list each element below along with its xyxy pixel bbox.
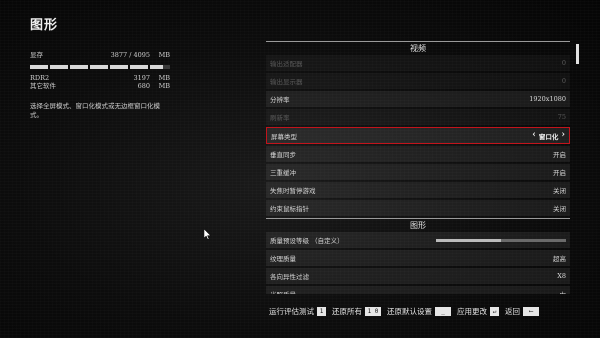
setting-name: 纹理质量 xyxy=(270,255,296,263)
chevron-right-icon[interactable]: › xyxy=(561,131,565,140)
rdr2-value: 3197 xyxy=(133,74,150,82)
vram-label: 显存 xyxy=(30,51,43,59)
setting-row[interactable]: 质量预设等级 （自定义） xyxy=(266,232,570,248)
section-header-graphics: 图形 xyxy=(266,218,570,232)
setting-value: 关闭 xyxy=(553,187,566,195)
rdr2-unit: MB xyxy=(158,74,170,82)
other-label: 其它软件 xyxy=(30,82,56,90)
quality-preset-slider[interactable] xyxy=(436,238,566,242)
vram-row: 显存 3877 / 4095 MB xyxy=(30,51,170,59)
section-graphics: 图形 质量预设等级 （自定义） 纹理质量 超高各向异性过滤 X8 光照质量中 xyxy=(266,218,570,294)
mouse-cursor-icon xyxy=(204,229,212,240)
setting-row: 输出适配器 0 xyxy=(266,55,570,71)
other-memory-row: 其它软件 680 MB xyxy=(30,82,170,90)
vram-usage-fill xyxy=(30,65,163,69)
other-unit: MB xyxy=(158,82,170,90)
chevron-left-icon[interactable]: ‹ xyxy=(532,131,536,140)
setting-value: 中 xyxy=(560,289,567,294)
setting-name: 约束鼠标指针 xyxy=(270,205,309,213)
setting-value: 0 xyxy=(561,59,566,67)
setting-value: 关闭 xyxy=(553,205,566,213)
setting-row[interactable]: 分辨率 1920x1080 xyxy=(266,91,570,107)
setting-row[interactable]: 三重缓冲 开启 xyxy=(266,164,570,180)
setting-value: 1920x1080 xyxy=(529,95,566,103)
setting-name: 屏幕类型 xyxy=(271,132,297,141)
info-panel: 图形 显存 3877 / 4095 MB RDR2 3197 MB 其它软件 6… xyxy=(30,14,170,120)
setting-name: 各向异性过滤 xyxy=(270,273,309,281)
setting-name: 输出适配器 xyxy=(270,60,303,68)
setting-row[interactable]: 失焦时暂停游戏 关闭 xyxy=(266,182,570,198)
setting-value: 开启 xyxy=(553,169,566,177)
setting-value: 窗口化 xyxy=(538,132,559,141)
setting-value: 0 xyxy=(561,77,566,85)
rdr2-memory-row: RDR2 3197 MB xyxy=(30,74,170,82)
page-title: 图形 xyxy=(30,18,59,33)
setting-row: 刷新率 75 xyxy=(266,109,570,125)
back-button[interactable]: 返回 ⟵ xyxy=(505,306,539,317)
restore-default-label: 还原默认设置 xyxy=(387,307,432,316)
setting-description: 选择全屏模式、窗口化模式或无边框窗口化模式。 xyxy=(30,102,160,119)
setting-row[interactable]: 光照质量中 xyxy=(266,286,570,294)
restore-all-key-icon: 1 0 xyxy=(365,307,381,316)
vram-usage-bar xyxy=(30,65,170,69)
setting-name: 失焦时暂停游戏 xyxy=(270,187,316,195)
setting-value: 75 xyxy=(557,113,566,121)
setting-value: 开启 xyxy=(553,151,566,159)
restore-all-label: 还原所有 xyxy=(332,307,362,316)
setting-name: 三重缓冲 xyxy=(270,169,296,177)
backspace-key-icon: ⟵ xyxy=(523,307,539,316)
section-header-video: 视频 xyxy=(266,41,570,55)
other-value: 680 xyxy=(137,82,150,90)
setting-row: 输出显示器 0 xyxy=(266,73,570,89)
benchmark-key-icon: 1 xyxy=(317,307,326,316)
setting-row[interactable]: 约束鼠标指针 关闭 xyxy=(266,200,570,216)
apply-changes-button[interactable]: 应用更改 ↵ xyxy=(457,306,499,317)
restore-default-key-icon: _ xyxy=(435,307,451,316)
setting-name: 质量预设等级 （自定义） xyxy=(270,237,344,245)
setting-name: 输出显示器 xyxy=(270,78,303,86)
setting-row[interactable]: 各向异性过滤 X8 xyxy=(266,268,570,284)
apply-label: 应用更改 xyxy=(457,307,487,316)
benchmark-button[interactable]: 运行评估测试 1 xyxy=(269,306,326,317)
setting-value: X8 xyxy=(557,272,566,280)
restore-default-button[interactable]: 还原默认设置 _ xyxy=(387,306,451,317)
setting-name: 刷新率 xyxy=(270,114,290,122)
setting-row[interactable]: 纹理质量 超高 xyxy=(266,250,570,266)
settings-scrollbar[interactable] xyxy=(576,44,579,64)
vram-used: 3877 / 4095 xyxy=(110,51,150,59)
setting-row[interactable]: 垂直同步 开启 xyxy=(266,146,570,162)
setting-name: 光照质量 xyxy=(270,289,560,294)
section-video: 视频 输出适配器 0 输出显示器 0 分辨率 1920x1080 刷新率 75 屏幕类型 ‹ 窗口化… xyxy=(266,41,570,216)
vram-unit: MB xyxy=(158,51,170,59)
settings-list[interactable]: 视频 输出适配器 0 输出显示器 0 分辨率 1920x1080 刷新率 75 屏幕类型 ‹ 窗口化… xyxy=(266,41,570,294)
setting-value-selector: ‹ 窗口化 › xyxy=(532,131,565,141)
back-label: 返回 xyxy=(505,307,520,316)
setting-row[interactable]: 屏幕类型 ‹ 窗口化 › xyxy=(266,127,570,144)
setting-name: 分辨率 xyxy=(270,96,290,104)
rdr2-label: RDR2 xyxy=(30,74,50,82)
bottom-hint-bar: 运行评估测试 1 还原所有 1 0 还原默认设置 _ 应用更改 ↵ 返回 ⟵ xyxy=(269,306,539,317)
setting-name: 垂直同步 xyxy=(270,151,296,159)
enter-key-icon: ↵ xyxy=(490,307,499,316)
restore-all-button[interactable]: 还原所有 1 0 xyxy=(332,306,381,317)
benchmark-label: 运行评估测试 xyxy=(269,307,314,316)
setting-value: 超高 xyxy=(553,255,566,263)
